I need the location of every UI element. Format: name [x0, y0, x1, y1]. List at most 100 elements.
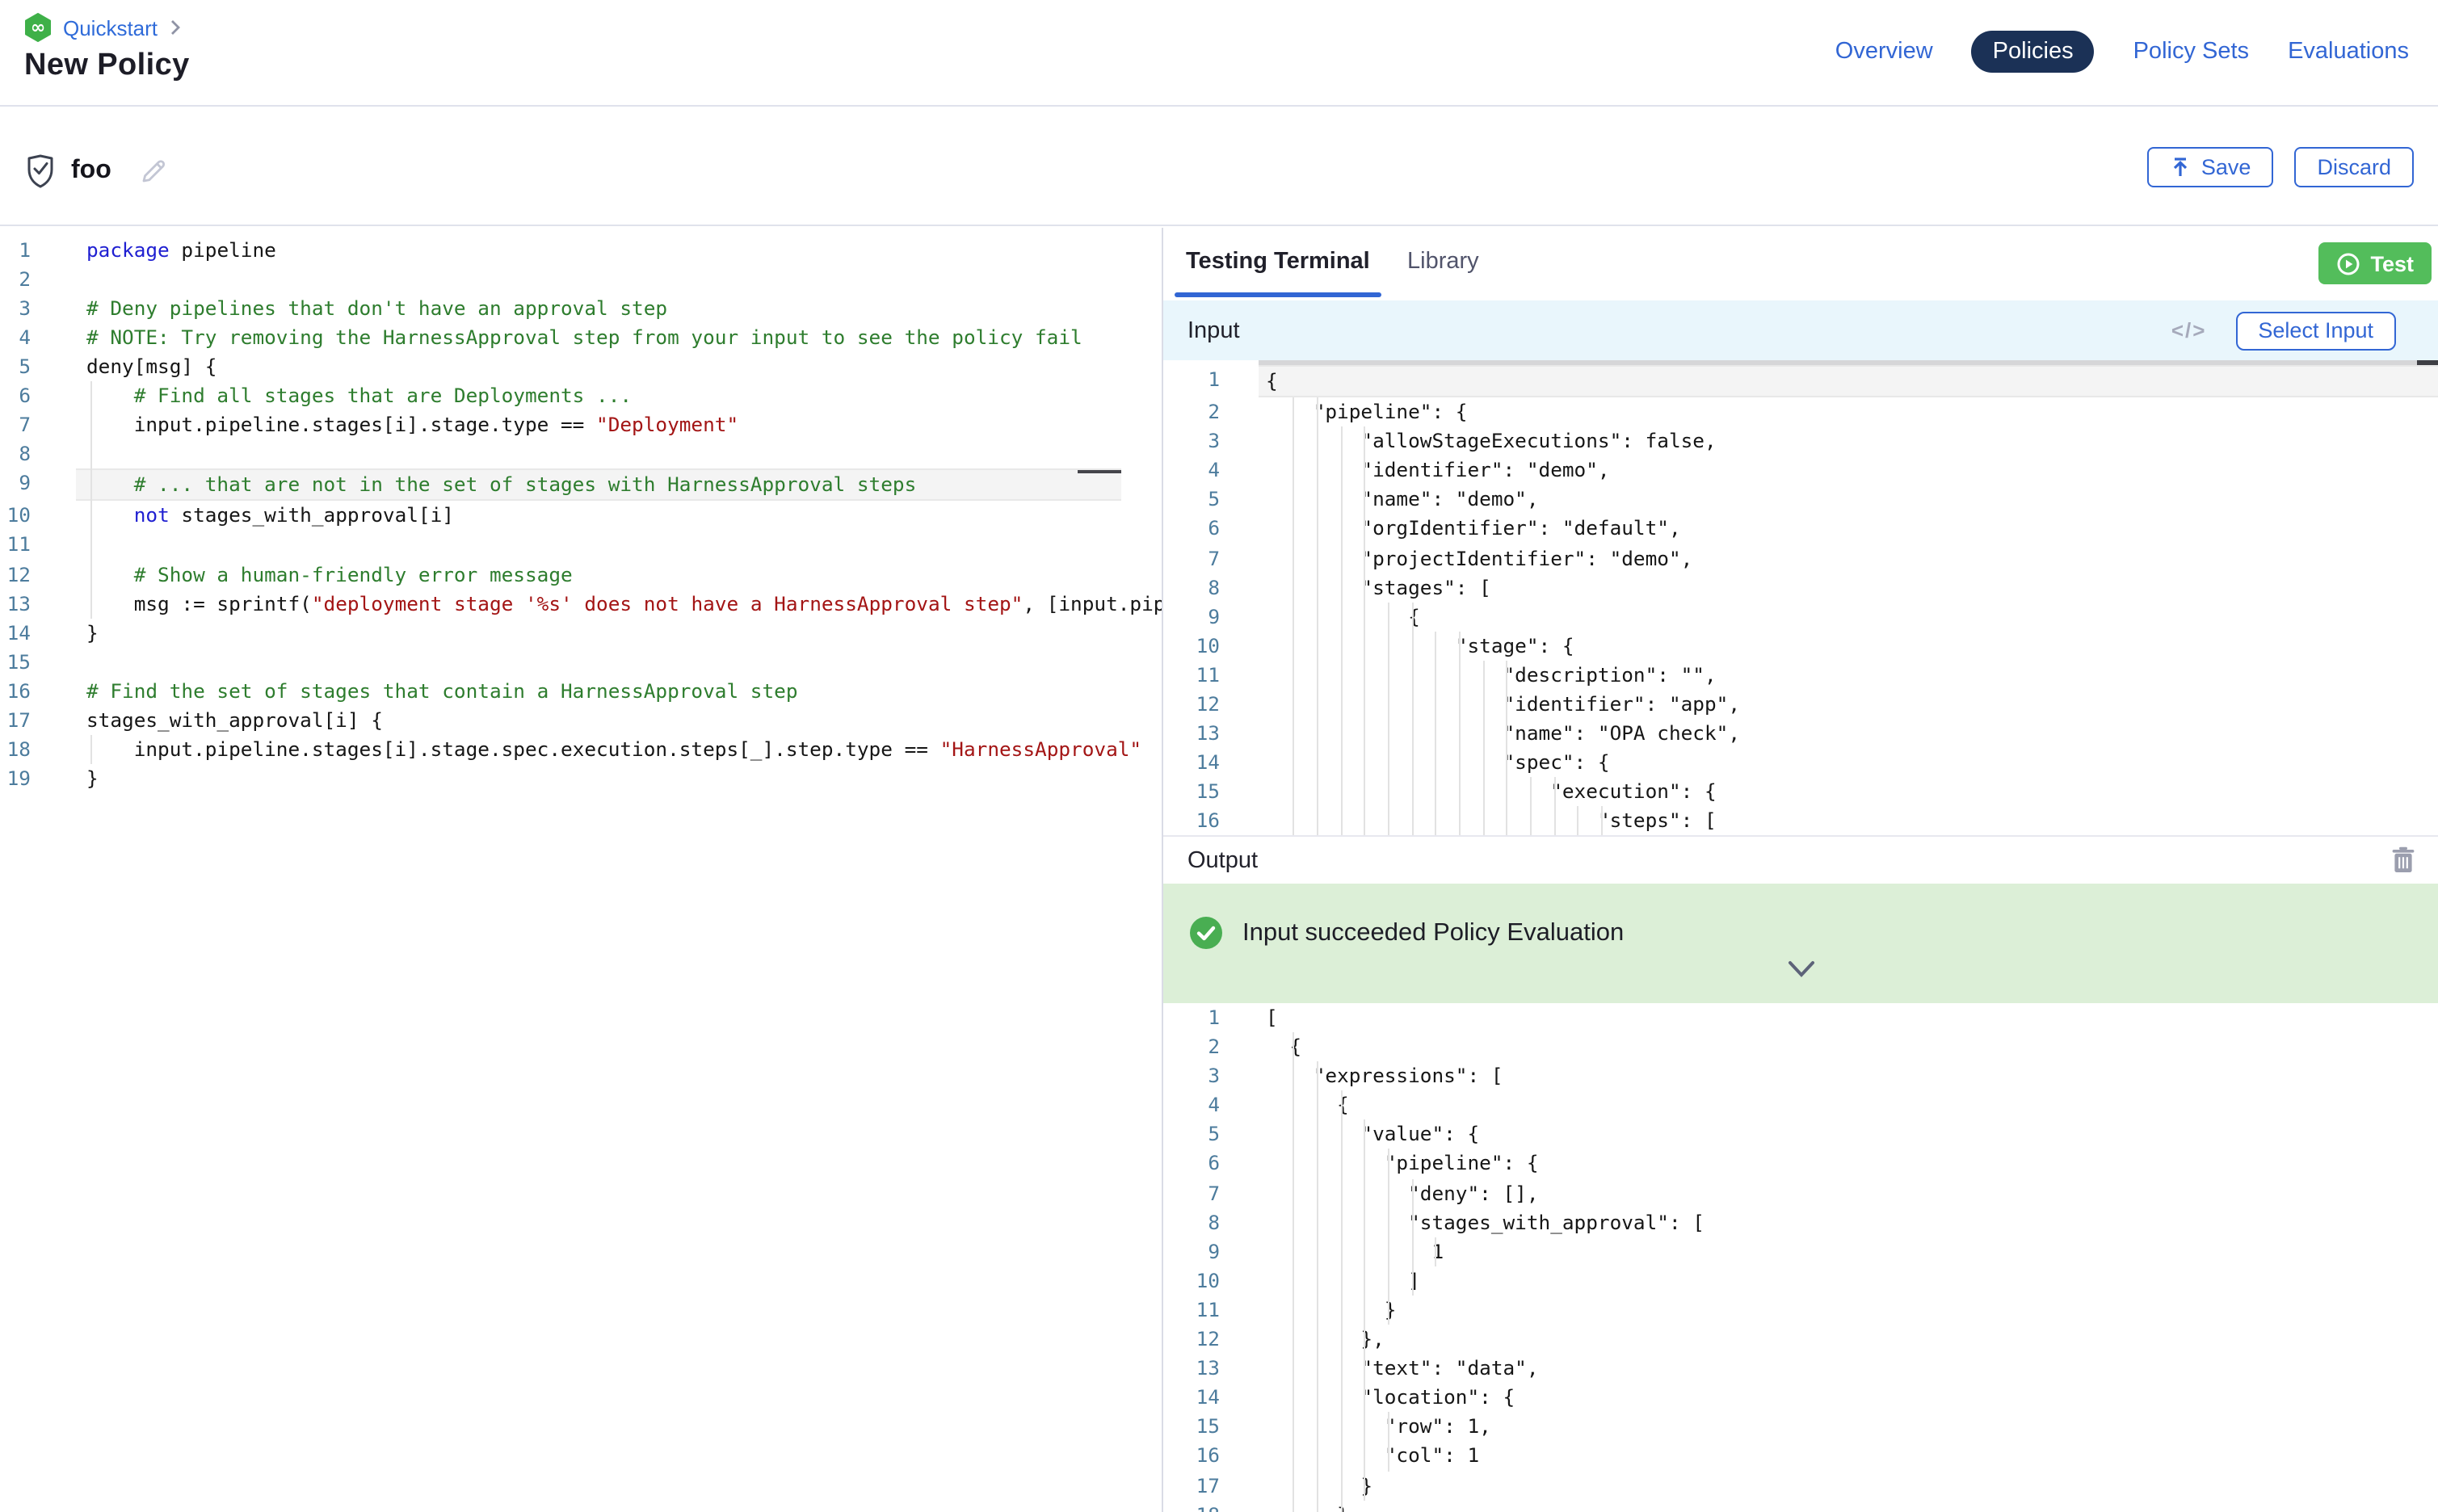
indent-guide	[1293, 485, 1294, 514]
indent-guide	[1364, 573, 1366, 602]
banner-message: Input succeeded Policy Evaluation	[1242, 918, 1624, 947]
breadcrumb-link-quickstart[interactable]: Quickstart	[63, 15, 158, 40]
indent-guide	[1293, 778, 1294, 807]
line-number: 18	[1163, 1500, 1259, 1512]
indent-guide	[1293, 573, 1294, 602]
nav-tab-evaluations[interactable]: Evaluations	[2288, 39, 2409, 65]
indent-guide	[1293, 1061, 1294, 1090]
line-number: 1	[1163, 1003, 1259, 1032]
indent-guide	[1317, 632, 1318, 661]
indent-guide	[90, 381, 91, 410]
indent-guide	[1364, 456, 1366, 485]
indent-guide	[1340, 485, 1342, 514]
line-number: 16	[0, 677, 76, 706]
line-number: 10	[0, 502, 76, 531]
indent-guide	[1364, 514, 1366, 544]
code-line: 11 "description": "",	[1163, 661, 2438, 690]
indent-guide	[1293, 1383, 1294, 1412]
indent-guide	[1364, 632, 1366, 661]
page-title: New Policy	[24, 48, 190, 84]
indent-guide	[1388, 1237, 1389, 1266]
line-number: 10	[1163, 1266, 1259, 1296]
discard-button[interactable]: Discard	[2294, 147, 2414, 187]
indent-guide	[1364, 661, 1366, 690]
indent-guide	[1293, 1500, 1294, 1512]
line-number: 17	[1163, 1471, 1259, 1500]
indent-guide	[1435, 632, 1437, 661]
code-brackets-icon[interactable]: </>	[2171, 318, 2207, 342]
indent-guide	[1317, 1325, 1318, 1354]
breadcrumb: ∞ Quickstart	[24, 13, 180, 42]
indent-guide	[1293, 514, 1294, 544]
indent-guide	[1364, 778, 1366, 807]
code-line: 10 ]	[1163, 1266, 2438, 1296]
policy-code-editor[interactable]: 1package pipeline23# Deny pipelines that…	[0, 228, 1162, 793]
indent-guide	[1411, 748, 1413, 777]
indent-guide	[1435, 807, 1437, 835]
code-line: 11 }	[1163, 1296, 2438, 1325]
indent-guide	[1364, 1383, 1366, 1412]
line-number: 1	[0, 235, 76, 264]
indent-guide	[1293, 1471, 1294, 1500]
indent-guide	[1293, 1208, 1294, 1237]
indent-guide	[1340, 690, 1342, 719]
indent-guide	[90, 531, 91, 560]
indent-guide	[1507, 719, 1508, 748]
indent-guide	[1435, 661, 1437, 690]
indent-guide	[1340, 1471, 1342, 1500]
line-number: 11	[1163, 1296, 1259, 1325]
input-json-editor[interactable]: 1{2 "pipeline": {3 "allowStageExecutions…	[1163, 365, 2438, 835]
nav-tab-overview[interactable]: Overview	[1835, 39, 1933, 65]
line-number: 6	[1163, 514, 1259, 544]
code-line: 4 {	[1163, 1091, 2438, 1120]
indent-guide	[1293, 748, 1294, 777]
indent-guide	[1340, 748, 1342, 777]
code-line: 5 "name": "demo",	[1163, 485, 2438, 514]
nav-tab-policies[interactable]: Policies	[1972, 31, 2095, 73]
indent-guide	[1340, 456, 1342, 485]
code-line: 16# Find the set of stages that contain …	[0, 677, 1162, 706]
trash-icon[interactable]	[2391, 846, 2415, 874]
code-line: 7 "projectIdentifier": "demo",	[1163, 544, 2438, 573]
tab-testing-terminal[interactable]: Testing Terminal	[1186, 249, 1370, 275]
tab-library[interactable]: Library	[1407, 249, 1479, 275]
test-button[interactable]: Test	[2318, 242, 2432, 284]
indent-guide	[1293, 1120, 1294, 1149]
line-number: 2	[1163, 397, 1259, 426]
indent-guide	[1317, 485, 1318, 514]
line-number: 1	[1163, 365, 1259, 397]
terminal-tabs: Testing Terminal Library Test	[1163, 228, 2438, 300]
indent-guide	[1340, 1442, 1342, 1471]
indent-guide	[1340, 603, 1342, 632]
indent-guide	[1340, 1413, 1342, 1442]
line-number: 11	[0, 531, 76, 560]
harness-logo-icon: ∞	[24, 13, 52, 42]
code-line: 9 1	[1163, 1237, 2438, 1266]
indent-guide	[1507, 748, 1508, 777]
indent-guide	[1293, 1442, 1294, 1471]
code-line: 4 "identifier": "demo",	[1163, 456, 2438, 485]
indent-guide	[1530, 778, 1532, 807]
indent-guide	[1293, 426, 1294, 456]
indent-guide	[1317, 719, 1318, 748]
select-input-button[interactable]: Select Input	[2235, 311, 2396, 350]
indent-guide	[1364, 1149, 1366, 1178]
indent-guide	[1435, 719, 1437, 748]
indent-guide	[1293, 456, 1294, 485]
line-number: 14	[1163, 1383, 1259, 1412]
indent-guide	[1317, 1149, 1318, 1178]
edit-pencil-icon[interactable]	[139, 157, 168, 186]
indent-guide	[1507, 807, 1508, 835]
nav-tab-policy-sets[interactable]: Policy Sets	[2133, 39, 2249, 65]
indent-guide	[1317, 1413, 1318, 1442]
chevron-down-icon[interactable]	[1786, 958, 1815, 987]
indent-guide	[1317, 661, 1318, 690]
save-button[interactable]: Save	[2148, 147, 2274, 187]
indent-guide	[1364, 485, 1366, 514]
code-line: 15 "execution": {	[1163, 778, 2438, 807]
svg-text:∞: ∞	[31, 18, 45, 38]
indent-guide	[1293, 719, 1294, 748]
line-number: 4	[0, 323, 76, 352]
code-line: 3 "expressions": [	[1163, 1061, 2438, 1090]
output-json-editor[interactable]: 1[2 {3 "expressions": [4 {5 "value": {6 …	[1163, 1003, 2438, 1512]
